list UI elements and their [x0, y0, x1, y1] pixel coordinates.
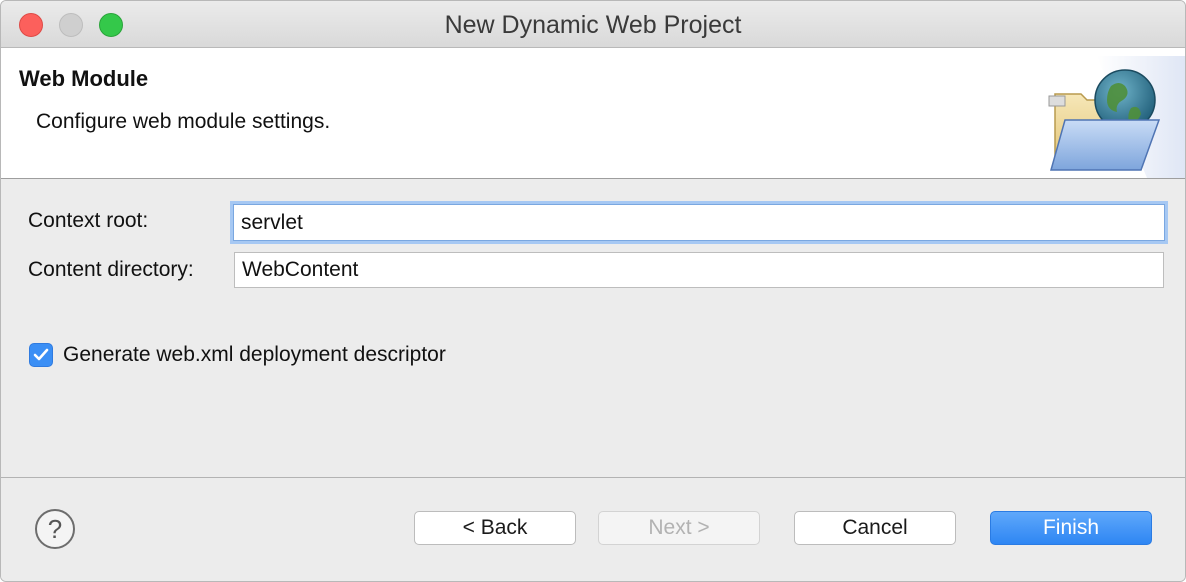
- context-root-input[interactable]: [233, 204, 1165, 241]
- title-bar[interactable]: New Dynamic Web Project: [1, 1, 1185, 48]
- content-directory-input[interactable]: [234, 252, 1164, 288]
- finish-button[interactable]: Finish: [990, 511, 1152, 545]
- checkmark-icon: [33, 348, 49, 361]
- web-project-folder-icon: [1048, 56, 1185, 178]
- page-description: Configure web module settings.: [36, 110, 331, 133]
- generate-descriptor-label[interactable]: Generate web.xml deployment descriptor: [63, 343, 446, 367]
- page-title: Web Module: [19, 66, 149, 91]
- wizard-banner: Web Module Configure web module settings…: [1, 48, 1185, 179]
- next-button[interactable]: Next >: [598, 511, 760, 545]
- cancel-button[interactable]: Cancel: [794, 511, 956, 545]
- window-title: New Dynamic Web Project: [444, 11, 742, 39]
- context-root-label: Context root:: [28, 209, 149, 232]
- content-directory-label: Content directory:: [28, 258, 194, 281]
- back-button[interactable]: < Back: [414, 511, 576, 545]
- help-icon[interactable]: ?: [35, 509, 75, 549]
- dialog-window: New Dynamic Web Project Web Module Confi…: [0, 0, 1186, 582]
- generate-descriptor-checkbox[interactable]: [29, 343, 53, 367]
